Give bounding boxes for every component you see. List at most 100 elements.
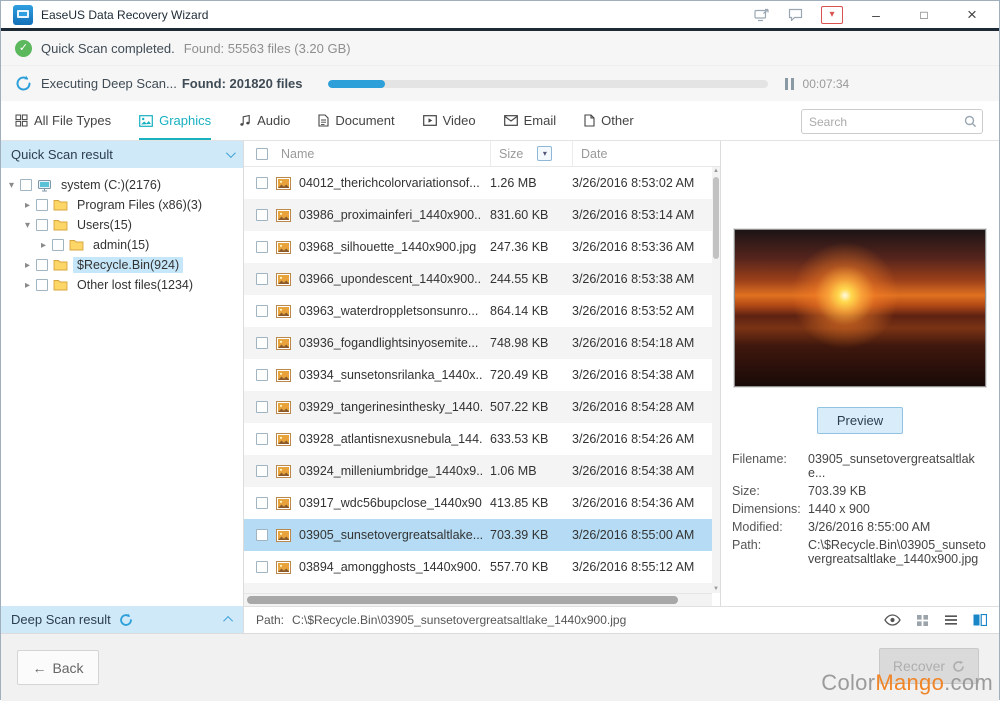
chevron-down-icon[interactable]: ▾ — [21, 220, 34, 231]
row-checkbox[interactable] — [256, 465, 268, 477]
search-icon[interactable] — [964, 115, 977, 128]
file-name-cell: 03917_wdc56bupclose_1440x90... — [299, 496, 482, 510]
close-button[interactable]: × — [957, 5, 987, 25]
tab-audio[interactable]: Audio — [239, 101, 290, 140]
row-checkbox[interactable] — [256, 369, 268, 381]
file-row-03917-wdc56bupclose-1440x90[interactable]: 03917_wdc56bupclose_1440x90...413.85 KB3… — [244, 487, 712, 519]
app-logo-icon — [13, 5, 33, 25]
tree-checkbox[interactable] — [52, 239, 64, 251]
file-row-03905-sunsetovergreatsaltlake[interactable]: 03905_sunsetovergreatsaltlake...703.39 K… — [244, 519, 712, 551]
deep-scan-status-bar: Executing Deep Scan... Found: 201820 fil… — [1, 66, 999, 101]
row-checkbox[interactable] — [256, 529, 268, 541]
tree-item-system-c-2176[interactable]: ▾system (C:)(2176) — [1, 175, 243, 195]
row-checkbox[interactable] — [256, 561, 268, 573]
tree-item-admin-15[interactable]: ▸admin(15) — [1, 235, 243, 255]
tree-checkbox[interactable] — [36, 219, 48, 231]
name-column-header[interactable]: Name — [281, 147, 490, 161]
file-row-03928-atlantisnexusnebula-144[interactable]: 03928_atlantisnexusnebula_144...633.53 K… — [244, 423, 712, 455]
maximize-button[interactable]: □ — [909, 8, 939, 22]
file-name-cell: 03986_proximainferi_1440x900... — [299, 208, 482, 222]
info-value: 03905_sunsetovergreatsaltlake... — [808, 452, 988, 480]
tab-document[interactable]: Document — [318, 101, 394, 140]
file-row-03894-amongghosts-1440x900[interactable]: 03894_amongghosts_1440x900...557.70 KB3/… — [244, 551, 712, 583]
date-column-header[interactable]: Date — [572, 141, 720, 166]
file-row-03929-tangerinesinthesky-1440[interactable]: 03929_tangerinesinthesky_1440...507.22 K… — [244, 391, 712, 423]
image-file-icon — [276, 497, 291, 510]
row-checkbox[interactable] — [256, 401, 268, 413]
quick-scan-result-label: Quick Scan result — [11, 147, 113, 162]
folder-icon — [53, 279, 68, 291]
file-row-03924-milleniumbridge-1440x9[interactable]: 03924_milleniumbridge_1440x9...1.06 MB3/… — [244, 455, 712, 487]
scroll-down-arrow-icon[interactable]: ▼ — [712, 586, 720, 592]
file-row-03963-waterdroppletsonsunro[interactable]: 03963_waterdroppletsonsunro...864.14 KB3… — [244, 295, 712, 327]
tree-checkbox[interactable] — [36, 279, 48, 291]
tab-other[interactable]: Other — [584, 101, 634, 140]
tab-video[interactable]: Video — [423, 101, 476, 140]
tree-item-users-15[interactable]: ▾Users(15) — [1, 215, 243, 235]
audio-icon — [239, 114, 251, 127]
file-row-03968-silhouette-1440x900-jpg[interactable]: 03968_silhouette_1440x900.jpg247.36 KB3/… — [244, 231, 712, 263]
tab-email[interactable]: Email — [504, 101, 557, 140]
chevron-right-icon[interactable]: ▸ — [21, 280, 34, 291]
row-checkbox[interactable] — [256, 177, 268, 189]
row-checkbox[interactable] — [256, 337, 268, 349]
tree-item-recycle-bin-924[interactable]: ▸$Recycle.Bin(924) — [1, 255, 243, 275]
feedback-icon[interactable] — [788, 8, 803, 21]
image-file-icon — [276, 177, 291, 190]
minimize-button[interactable]: – — [861, 7, 891, 23]
tab-graphics[interactable]: Graphics — [139, 101, 211, 140]
tree-item-program-files-x86-3[interactable]: ▸Program Files (x86)(3) — [1, 195, 243, 215]
tab-all-file-types[interactable]: All File Types — [15, 101, 111, 140]
preview-button[interactable]: Preview — [817, 407, 903, 434]
file-row-03887-celestialfireworks-1440x[interactable]: 03887_celestialfireworks_1440x...1.49 MB… — [244, 583, 712, 593]
row-checkbox[interactable] — [256, 273, 268, 285]
horizontal-scrollbar[interactable] — [244, 593, 712, 606]
chevron-right-icon[interactable]: ▸ — [21, 200, 34, 211]
file-row-03936-fogandlightsinyosemite[interactable]: 03936_fogandlightsinyosemite...748.98 KB… — [244, 327, 712, 359]
chevron-down-icon[interactable] — [226, 148, 236, 158]
file-date-cell: 3/26/2016 8:53:38 AM — [564, 272, 712, 286]
row-checkbox[interactable] — [256, 209, 268, 221]
row-checkbox[interactable] — [256, 241, 268, 253]
chevron-right-icon[interactable]: ▸ — [37, 240, 50, 251]
tree-checkbox[interactable] — [36, 259, 48, 271]
detail-columns-view-icon[interactable] — [973, 614, 987, 626]
scroll-up-arrow-icon[interactable]: ▲ — [712, 168, 720, 174]
search-input[interactable] — [809, 115, 964, 129]
size-filter-dropdown[interactable]: ▾ — [537, 146, 552, 161]
thumbnail-grid-icon[interactable] — [916, 614, 929, 627]
file-date-cell: 3/26/2016 8:54:36 AM — [564, 496, 712, 510]
cast-screen-icon[interactable] — [754, 8, 770, 22]
file-row-03934-sunsetonsrilanka-1440x[interactable]: 03934_sunsetonsrilanka_1440x...720.49 KB… — [244, 359, 712, 391]
vertical-scrollbar-thumb[interactable] — [713, 177, 719, 259]
image-file-icon — [276, 369, 291, 382]
quick-scan-result-header[interactable]: Quick Scan result — [1, 141, 243, 168]
file-row-03986-proximainferi-1440x900[interactable]: 03986_proximainferi_1440x900...831.60 KB… — [244, 199, 712, 231]
chevron-right-icon[interactable]: ▸ — [21, 260, 34, 271]
size-column-header[interactable]: Size ▾ — [490, 141, 572, 166]
file-size-cell: 557.70 KB — [482, 560, 564, 574]
list-view-icon[interactable] — [944, 614, 958, 626]
quick-scan-label: Quick Scan completed. — [41, 41, 175, 56]
back-button[interactable]: ← Back — [17, 650, 99, 685]
preview-eye-icon[interactable] — [884, 614, 901, 626]
tree-item-other-lost-files-1234[interactable]: ▸Other lost files(1234) — [1, 275, 243, 295]
row-checkbox[interactable] — [256, 433, 268, 445]
vertical-scrollbar[interactable]: ▲ ▼ — [712, 167, 720, 593]
file-row-04012-therichcolorvariationsof[interactable]: 04012_therichcolorvariationsof...1.26 MB… — [244, 167, 712, 199]
deep-scan-result-header[interactable]: Deep Scan result — [1, 606, 244, 633]
chevron-up-icon[interactable] — [223, 616, 233, 626]
tree-checkbox[interactable] — [36, 199, 48, 211]
chevron-down-icon[interactable]: ▾ — [5, 180, 18, 191]
row-checkbox[interactable] — [256, 305, 268, 317]
promo-dropdown-button[interactable]: ▾ — [821, 6, 843, 24]
footer: ← Back Recover ColorMango.com — [1, 633, 999, 701]
file-row-03966-upondescent-1440x900[interactable]: 03966_upondescent_1440x900...244.55 KB3/… — [244, 263, 712, 295]
horizontal-scrollbar-thumb[interactable] — [247, 596, 678, 604]
row-checkbox[interactable] — [256, 497, 268, 509]
deep-scan-progress — [328, 80, 768, 88]
deep-scan-found: Found: 201820 files — [182, 76, 303, 91]
pause-button[interactable] — [785, 78, 794, 90]
select-all-checkbox[interactable] — [256, 148, 268, 160]
tree-checkbox[interactable] — [20, 179, 32, 191]
